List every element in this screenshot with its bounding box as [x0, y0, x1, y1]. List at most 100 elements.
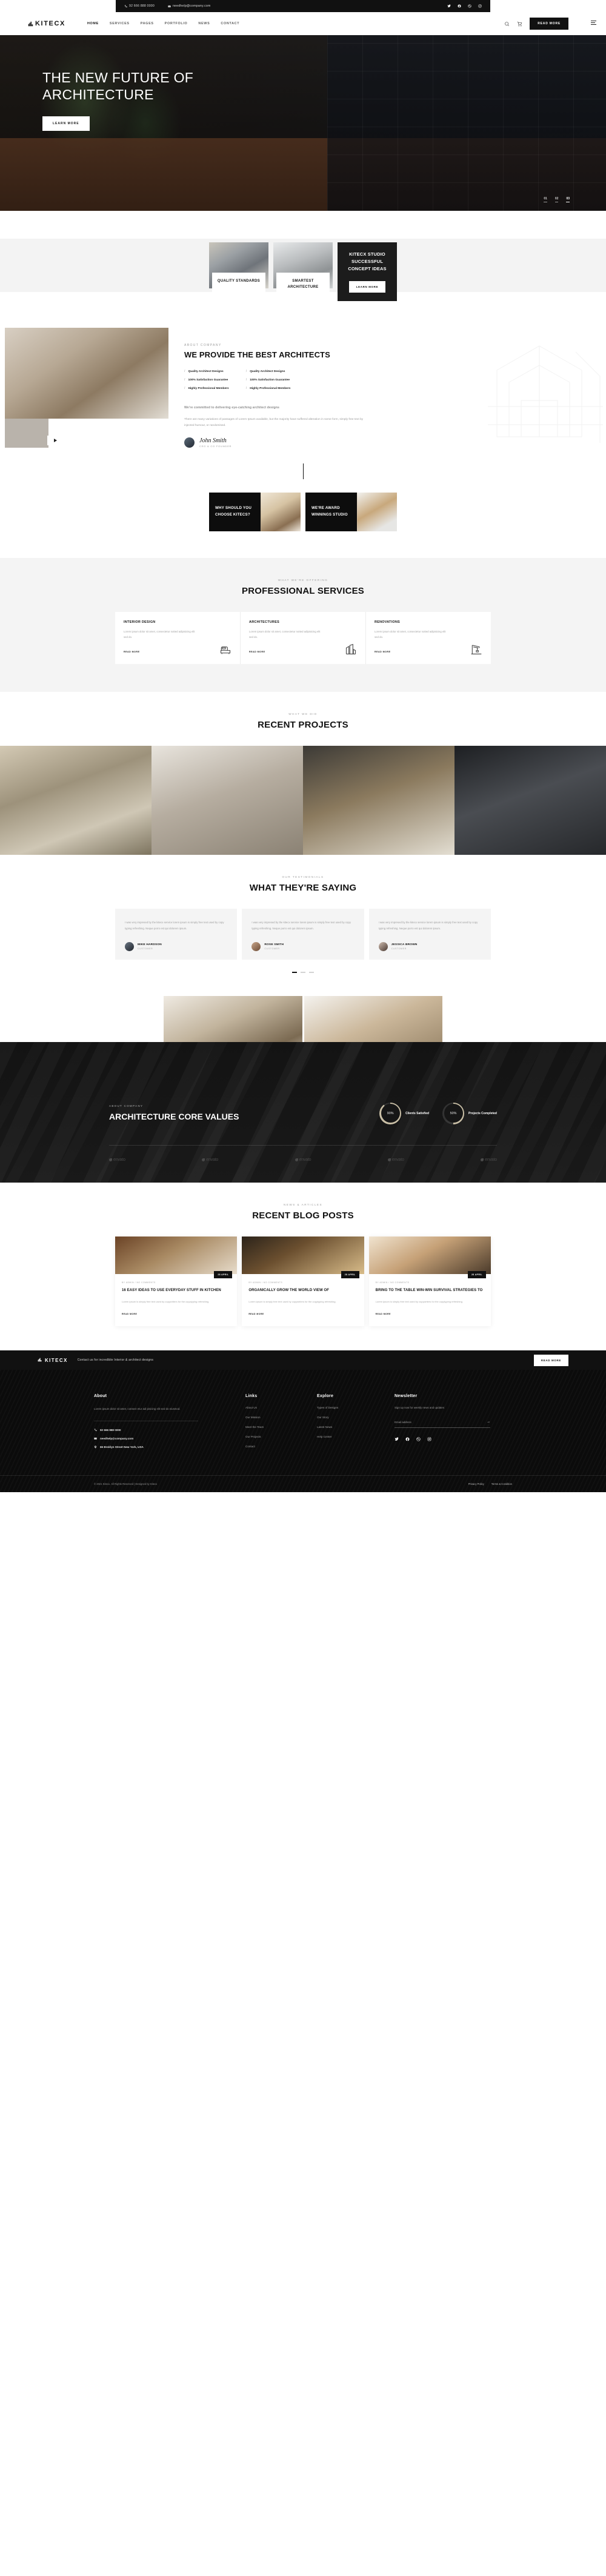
project-thumb-1[interactable]: [0, 745, 152, 855]
footer-link-latest-news[interactable]: Latest News: [317, 1426, 384, 1429]
footer-link-privacy-policy[interactable]: Privacy Policy: [468, 1482, 484, 1486]
project-thumb-2[interactable]: [152, 745, 303, 855]
landing-page: 92 666 888 0000 needhelp@company.com KIT…: [0, 0, 606, 1493]
search-icon[interactable]: [504, 21, 510, 27]
nav-item-contact[interactable]: CONTACT: [221, 22, 239, 25]
cta-readmore-button[interactable]: READ MORE: [533, 1354, 568, 1366]
nav-item-portfolio[interactable]: PORTFOLIO: [165, 22, 188, 25]
pagination-dot-3[interactable]: [309, 972, 314, 973]
pagination-dot-1[interactable]: [292, 972, 297, 973]
services-row: INTERIOR DESIGN Lorem ipsum dolor sit am…: [115, 611, 491, 664]
feature-card-studio[interactable]: KITECX STUDIO SUCCESSFUL CONCEPT IDEAS L…: [338, 242, 397, 301]
footer-link-contact[interactable]: Contact: [245, 1445, 306, 1448]
testimonial-card-3: I was very impresed by the kitecx servic…: [368, 908, 491, 960]
choose-title-why: WHY SHOULD YOU CHOOSE KITECS?: [209, 492, 261, 531]
brand-label-5: envato: [485, 1157, 497, 1162]
footer-link-our-mission[interactable]: Our Mission: [245, 1416, 306, 1419]
stat-label-clients: Clients Satisfied: [405, 1111, 430, 1115]
footer-link-about-us[interactable]: About Us: [245, 1406, 306, 1409]
project-thumb-4[interactable]: [454, 745, 606, 855]
about-image-secondary: [5, 418, 48, 448]
brand-logos-row: envato envato envato envato envato: [109, 1146, 497, 1183]
testimonial-name-3: JESSICA BROWN: [391, 943, 418, 947]
envato-leaf-icon: [202, 1158, 205, 1161]
feature-card-smartest[interactable]: SMARTEST ARCHITECTURE: [273, 242, 333, 301]
footer-link-our-projects[interactable]: Our Projects: [245, 1435, 306, 1438]
nav-item-home[interactable]: HOME: [87, 22, 99, 25]
footer-link-help-center[interactable]: Help Center: [317, 1435, 384, 1438]
newsletter-submit-arrow-icon[interactable]: →: [487, 1420, 490, 1424]
choose-card-why[interactable]: WHY SHOULD YOU CHOOSE KITECS?: [209, 492, 301, 531]
footer-phone[interactable]: 92 666 888 0000: [94, 1429, 235, 1432]
blog-card-2[interactable]: 28 APRIL BY ADMIN / NO COMMENTS ORGANICA…: [242, 1236, 364, 1327]
site-header: KITECX HOME SERVICES PAGES PORTFOLIO NEW…: [0, 12, 606, 35]
facebook-icon[interactable]: [405, 1437, 410, 1441]
choose-card-award[interactable]: WE'RE AWARD WINNINGS STUDIO: [305, 492, 397, 531]
twitter-icon[interactable]: [447, 4, 451, 8]
phone-icon: [124, 4, 127, 8]
about-list-left-0: Quality Architect Designs: [188, 370, 224, 373]
newsletter-email-input[interactable]: [395, 1420, 487, 1424]
envato-leaf-icon: [109, 1158, 112, 1161]
pagination-dot-2[interactable]: [301, 972, 305, 973]
about-list-left-2: Highly Professional Members: [188, 387, 229, 390]
nav-item-news[interactable]: NEWS: [198, 22, 210, 25]
cta-logo[interactable]: KITECX: [38, 1358, 68, 1363]
play-button-icon[interactable]: [47, 435, 63, 445]
service-readmore-architectures[interactable]: READ MORE: [249, 651, 265, 653]
topbar-social-links: [447, 4, 482, 8]
header-readmore-button[interactable]: READ MORE: [530, 18, 568, 30]
dribbble-icon[interactable]: [416, 1437, 421, 1441]
author-role: CEO & CO FOUNDER: [199, 444, 232, 448]
blog-body-1: BY ADMIN / NO COMMENTS 16 EASY IDEAS TO …: [115, 1274, 237, 1326]
blog-card-3[interactable]: 28 APRIL BY ADMIN / NO COMMENTS BRING TO…: [368, 1236, 491, 1327]
menu-toggle-icon[interactable]: [591, 21, 596, 25]
footer-email[interactable]: needhelp@company.com: [94, 1437, 235, 1440]
service-readmore-renovations[interactable]: READ MORE: [375, 651, 390, 653]
topbar-email[interactable]: needhelp@company.com: [168, 4, 211, 8]
site-logo[interactable]: KITECX: [28, 20, 65, 27]
footer-link-terms[interactable]: Terms & Condition: [491, 1482, 512, 1486]
service-card-architectures[interactable]: ARCHITECTURES Lorem ipsum dolor sit amet…: [241, 611, 366, 664]
list-item: / Highly Professional Members: [246, 387, 291, 390]
footer-link-our-story[interactable]: Our Story: [317, 1416, 384, 1419]
feature-card-quality[interactable]: QUALITY STANDARDS: [209, 242, 268, 301]
slash-icon: /: [184, 387, 185, 391]
testimonial-quote-2: I was very impresed by the kitecx servic…: [251, 920, 351, 930]
hero-slide-01[interactable]: 01: [544, 197, 547, 202]
blog-desc-2: Lorem ipsum is simply free text used by …: [248, 1300, 336, 1303]
project-thumb-3[interactable]: [303, 745, 454, 855]
footer-link-types-of-designs[interactable]: Types of Designs: [317, 1406, 384, 1409]
nav-item-services[interactable]: SERVICES: [110, 22, 130, 25]
topbar-phone[interactable]: 92 666 888 0000: [124, 4, 155, 8]
blog-meta-3: BY ADMIN / NO COMMENTS: [375, 1281, 410, 1284]
service-card-interior[interactable]: INTERIOR DESIGN Lorem ipsum dolor sit am…: [115, 611, 241, 664]
brand-label-2: envato: [206, 1157, 219, 1162]
blog-readmore-1[interactable]: READ MORE: [122, 1313, 137, 1315]
blog-readmore-3[interactable]: READ MORE: [376, 1313, 391, 1315]
about-list-left: / Quality Architect Designs /100% Satisfa…: [184, 370, 229, 395]
facebook-icon[interactable]: [458, 4, 461, 8]
blog-readmore-2[interactable]: READ MORE: [248, 1313, 264, 1315]
testimonial-author-3: JESSICA BROWN CUSTOMER: [378, 942, 481, 952]
instagram-icon[interactable]: [478, 4, 482, 8]
footer-email-text: needhelp@company.com: [100, 1436, 134, 1440]
testimonial-quote-3: I was very impresed by the kitecx servic…: [378, 920, 478, 930]
cart-icon[interactable]: [517, 21, 522, 27]
feature-learnmore-button[interactable]: LEARN MORE: [348, 281, 386, 293]
hero-learnmore-button[interactable]: LEARN MORE: [42, 116, 90, 131]
phone-icon: [94, 1429, 97, 1431]
footer-explore-heading: Explore: [317, 1394, 334, 1399]
twitter-icon[interactable]: [395, 1437, 399, 1441]
dribbble-icon[interactable]: [468, 4, 471, 8]
hero-slide-02[interactable]: 02: [554, 197, 559, 202]
instagram-icon[interactable]: [427, 1437, 431, 1441]
hero-floor-decor: [0, 138, 606, 211]
hero-slide-03[interactable]: 03: [566, 197, 570, 202]
stat-projects-completed: 50% Projects Completed: [442, 1102, 497, 1124]
footer-link-meet-the-team[interactable]: Meet the Team: [245, 1426, 306, 1429]
service-readmore-interior[interactable]: READ MORE: [124, 651, 139, 653]
service-card-renovations[interactable]: RENOVATIONS Lorem ipsum dolor sit amet, …: [366, 612, 491, 664]
nav-item-pages[interactable]: PAGES: [141, 22, 154, 25]
blog-card-1[interactable]: 28 APRIL BY ADMIN / NO COMMENTS 16 EASY …: [115, 1236, 238, 1327]
